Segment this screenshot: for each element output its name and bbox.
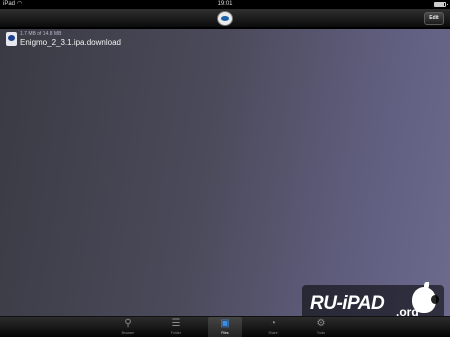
database-icon: ☰ <box>171 318 181 329</box>
tab-browser[interactable]: ⚲ Browser <box>111 317 145 337</box>
tab-label: Browser <box>121 331 135 335</box>
edit-button[interactable]: Edit <box>424 12 444 25</box>
tab-tools[interactable]: ⚙ Tools <box>304 317 338 337</box>
rss-icon: ◔ <box>269 318 277 329</box>
battery-icon <box>434 2 448 7</box>
tab-share[interactable]: ◔ Share <box>256 317 290 337</box>
navigation-bar: Edit <box>0 9 450 28</box>
clock: 19:01 <box>217 1 233 7</box>
tab-label: Folder <box>171 331 181 335</box>
tab-label: Tools <box>316 331 326 335</box>
tab-label: Share <box>268 331 278 335</box>
file-icon <box>6 32 17 46</box>
search-icon: ⚲ <box>124 318 132 329</box>
watermark-text: RU-iPAD <box>310 293 385 314</box>
battery-fill <box>435 3 444 6</box>
download-item[interactable]: 1.7 MB of 14.8 MB Enigmo_2_3.1.ipa.downl… <box>6 31 426 49</box>
tab-label: Files <box>221 331 229 335</box>
download-progress: 1.7 MB of 14.8 MB <box>20 31 62 37</box>
status-bar: iPad ◠ 19:01 <box>0 0 450 9</box>
download-file-name: Enigmo_2_3.1.ipa.download <box>20 38 121 47</box>
tab-folder[interactable]: ☰ Folder <box>159 317 193 337</box>
tab-files[interactable]: ▣ Files <box>208 317 242 337</box>
download-list: 1.7 MB of 14.8 MB Enigmo_2_3.1.ipa.downl… <box>0 29 450 316</box>
settings-search-icon: ⚙ <box>316 318 326 329</box>
app-logo-icon <box>217 11 233 26</box>
tab-bar: ⚲ Browser ☰ Folder ▣ Files ◔ Share ⚙ Too… <box>0 316 450 337</box>
save-icon: ▣ <box>220 318 230 329</box>
